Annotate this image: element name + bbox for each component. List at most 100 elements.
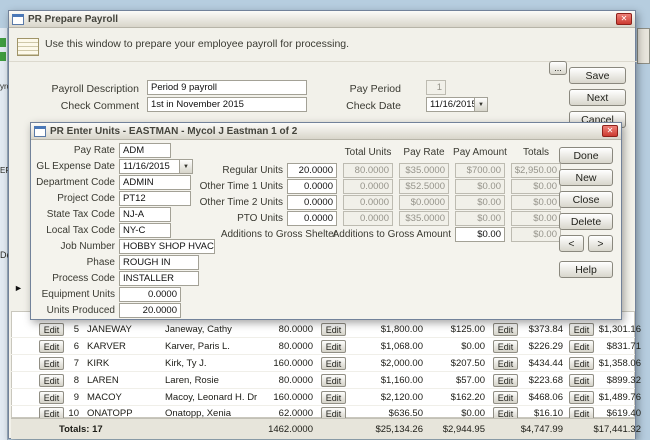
hours-value: 80.0000 bbox=[278, 375, 313, 386]
next-button[interactable]: Next bbox=[569, 89, 626, 106]
pay-rate-field[interactable]: ADM bbox=[119, 143, 171, 158]
enter-units-dialog: PR Enter Units - EASTMAN - Mycol J Eastm… bbox=[30, 122, 622, 320]
regular-pay-amount: $700.00 bbox=[455, 163, 505, 178]
divider bbox=[9, 61, 637, 62]
next-record-button[interactable]: > bbox=[588, 235, 613, 252]
previous-record-button[interactable]: < bbox=[559, 235, 584, 252]
gross-amount: $1,068.00 bbox=[380, 341, 423, 352]
edit-net-button[interactable]: Edit bbox=[569, 374, 594, 387]
edit-taxes-button[interactable]: Edit bbox=[493, 323, 518, 336]
pto-total-units: 0.0000 bbox=[343, 211, 393, 226]
record-pointer-icon bbox=[14, 283, 23, 293]
edit-net-button[interactable]: Edit bbox=[569, 391, 594, 404]
employee-code: KARVER bbox=[87, 341, 126, 352]
hours-value: 160.0000 bbox=[273, 392, 313, 403]
total-taxes: $4,747.99 bbox=[520, 424, 563, 435]
state-tax-code-field[interactable]: NJ-A bbox=[119, 207, 171, 222]
pay-period-label: Pay Period bbox=[349, 83, 401, 95]
net-amount: $1,301.16 bbox=[598, 324, 641, 335]
gross-amount: $2,000.00 bbox=[380, 358, 423, 369]
edit-taxes-button[interactable]: Edit bbox=[493, 340, 518, 353]
new-button[interactable]: New bbox=[559, 169, 613, 186]
edit-earnings-button[interactable]: Edit bbox=[321, 391, 346, 404]
totals-header: Totals bbox=[522, 147, 550, 158]
payroll-description-field[interactable]: Period 9 payroll bbox=[147, 80, 307, 95]
edit-earnings-button[interactable]: Edit bbox=[321, 323, 346, 336]
employee-code: MACOY bbox=[87, 392, 122, 403]
employee-name: Janeway, Cathy bbox=[165, 324, 232, 335]
local-tax-code-field[interactable]: NY-C bbox=[119, 223, 171, 238]
other-time-2-units-field[interactable]: 0.0000 bbox=[287, 195, 337, 210]
net-amount: $1,358.06 bbox=[598, 358, 641, 369]
gl-expense-date-value: 11/16/2015 bbox=[123, 161, 170, 172]
pay-period-field: 1 bbox=[426, 80, 446, 95]
hours-value: 80.0000 bbox=[278, 324, 313, 335]
edit-earnings-button[interactable]: Edit bbox=[321, 357, 346, 370]
tax-amount: $373.84 bbox=[528, 324, 563, 335]
employee-code: KIRK bbox=[87, 358, 110, 369]
regular-units-field[interactable]: 20.0000 bbox=[287, 163, 337, 178]
edit-earnings-button[interactable]: Edit bbox=[321, 374, 346, 387]
delete-button[interactable]: Delete bbox=[559, 213, 613, 230]
other-time-1-units-field[interactable]: 0.0000 bbox=[287, 179, 337, 194]
close-icon[interactable] bbox=[602, 125, 618, 137]
window-icon bbox=[12, 13, 24, 25]
background-window-fragment-right bbox=[637, 28, 650, 64]
deduction-amount: $207.50 bbox=[450, 358, 485, 369]
additions-to-gross-amount-label: Additions to Gross Amount bbox=[332, 229, 451, 240]
window-title: PR Prepare Payroll bbox=[28, 13, 119, 25]
total-gross: $25,134.26 bbox=[375, 424, 423, 435]
pto-units-field[interactable]: 0.0000 bbox=[287, 211, 337, 226]
regular-pay-rate: $35.0000 bbox=[399, 163, 449, 178]
enter-units-titlebar[interactable]: PR Enter Units - EASTMAN - Mycol J Eastm… bbox=[31, 123, 621, 140]
employee-number: 8 bbox=[73, 375, 79, 386]
table-row: Edit 8 LAREN Laren, Rosie 80.0000 Edit $… bbox=[11, 373, 641, 389]
tax-amount: $226.29 bbox=[528, 341, 563, 352]
totals-label: Totals: 17 bbox=[59, 424, 103, 435]
regular-totals: $2,950.00 bbox=[511, 163, 561, 178]
edit-taxes-button[interactable]: Edit bbox=[493, 391, 518, 404]
job-number-field[interactable]: HOBBY SHOP HVAC bbox=[119, 239, 215, 254]
pto-pay-rate: $35.0000 bbox=[399, 211, 449, 226]
department-code-label: Department Code bbox=[36, 177, 115, 188]
help-button[interactable]: Help bbox=[559, 261, 613, 278]
additions-amount-field[interactable]: $0.00 bbox=[455, 227, 505, 242]
process-code-label: Process Code bbox=[52, 273, 115, 284]
hours-value: 80.0000 bbox=[278, 341, 313, 352]
equipment-units-field[interactable]: 0.0000 bbox=[119, 287, 181, 302]
prepare-payroll-titlebar[interactable]: PR Prepare Payroll bbox=[9, 11, 635, 28]
close-button[interactable]: Close bbox=[559, 191, 613, 208]
done-button[interactable]: Done bbox=[559, 147, 613, 164]
instruction-text: Use this window to prepare your employee… bbox=[45, 38, 350, 50]
employee-name: Laren, Rosie bbox=[165, 375, 219, 386]
edit-net-button[interactable]: Edit bbox=[569, 357, 594, 370]
units-produced-field[interactable]: 20.0000 bbox=[119, 303, 181, 318]
local-tax-code-label: Local Tax Code bbox=[46, 225, 115, 236]
check-comment-label: Check Comment bbox=[60, 100, 139, 112]
close-icon[interactable] bbox=[616, 13, 632, 25]
check-date-label: Check Date bbox=[346, 100, 401, 112]
regular-total-units: 80.0000 bbox=[343, 163, 393, 178]
additions-total: $0.00 bbox=[511, 227, 561, 242]
pto-totals: $0.00 bbox=[511, 211, 561, 226]
gl-expense-date-label: GL Expense Date bbox=[36, 161, 115, 172]
chevron-down-icon[interactable] bbox=[474, 98, 487, 111]
check-date-field[interactable]: 11/16/2015 bbox=[426, 97, 488, 112]
process-code-field[interactable]: INSTALLER bbox=[119, 271, 199, 286]
tax-amount: $223.68 bbox=[528, 375, 563, 386]
net-amount: $831.71 bbox=[606, 341, 641, 352]
other-time-1-total-units: 0.0000 bbox=[343, 179, 393, 194]
other-time-2-total-units: 0.0000 bbox=[343, 195, 393, 210]
edit-taxes-button[interactable]: Edit bbox=[493, 374, 518, 387]
project-code-label: Project Code bbox=[57, 193, 115, 204]
phase-field[interactable]: ROUGH IN bbox=[119, 255, 199, 270]
edit-net-button[interactable]: Edit bbox=[569, 340, 594, 353]
more-options-button[interactable]: ... bbox=[549, 61, 567, 75]
check-comment-field[interactable]: 1st in November 2015 bbox=[147, 97, 307, 112]
edit-net-button[interactable]: Edit bbox=[569, 323, 594, 336]
total-deductions: $2,944.95 bbox=[442, 424, 485, 435]
save-button[interactable]: Save bbox=[569, 67, 626, 84]
edit-earnings-button[interactable]: Edit bbox=[321, 340, 346, 353]
edit-taxes-button[interactable]: Edit bbox=[493, 357, 518, 370]
deduction-amount: $125.00 bbox=[450, 324, 485, 335]
